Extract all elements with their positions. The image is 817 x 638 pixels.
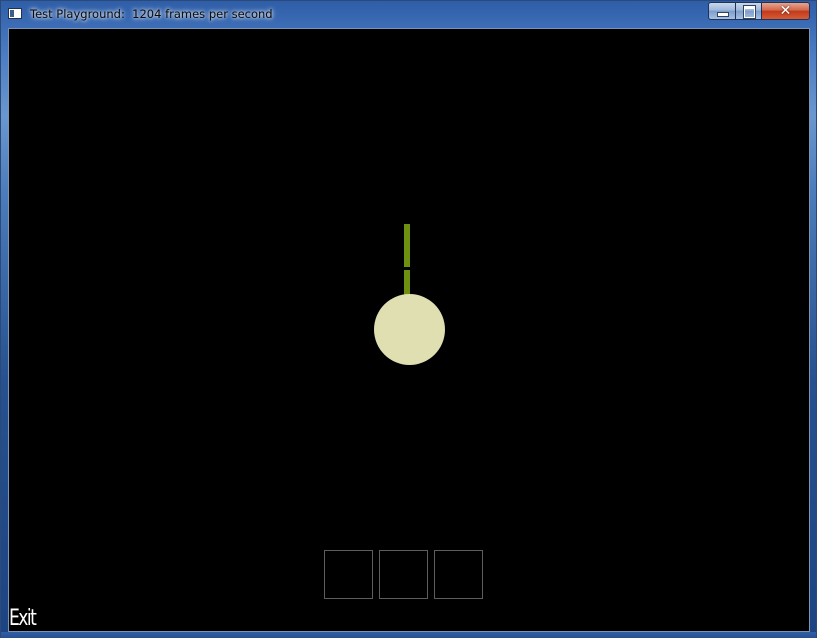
- green-stick-lower-segment: [404, 270, 410, 296]
- game-viewport[interactable]: Exit: [8, 28, 810, 632]
- inventory-slot-1[interactable]: [324, 550, 373, 599]
- exit-button[interactable]: Exit: [9, 607, 37, 631]
- title-bar[interactable]: Test Playground: 1204 frames per second …: [1, 1, 816, 28]
- window-bottom-border: [1, 632, 816, 638]
- window-title: Test Playground: 1204 frames per second: [30, 7, 273, 21]
- minimize-button[interactable]: [708, 2, 736, 20]
- close-icon: ✕: [779, 3, 792, 19]
- app-window-icon[interactable]: [8, 8, 22, 19]
- green-stick-upper-segment: [404, 224, 410, 267]
- maximize-button[interactable]: [735, 2, 762, 20]
- maximize-icon: [743, 5, 756, 19]
- app-window: Test Playground: 1204 frames per second …: [0, 0, 817, 638]
- inventory-slot-2[interactable]: [379, 550, 428, 599]
- pendulum-ball[interactable]: [374, 294, 445, 365]
- inventory-slot-3[interactable]: [434, 550, 483, 599]
- minimize-icon: [717, 12, 729, 17]
- close-button[interactable]: ✕: [761, 2, 810, 20]
